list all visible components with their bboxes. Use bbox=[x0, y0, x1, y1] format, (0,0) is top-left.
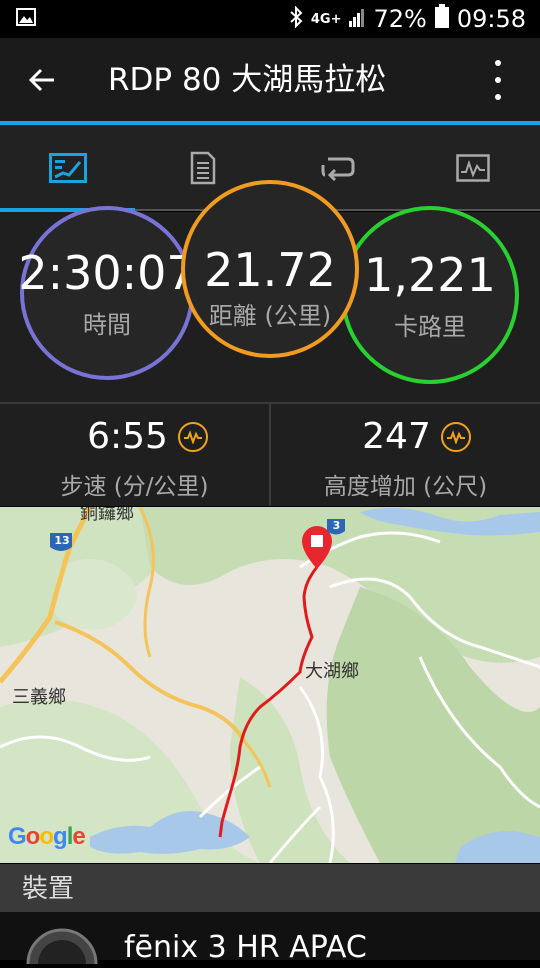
calories-label: 卡路里 bbox=[394, 312, 466, 341]
document-icon bbox=[190, 151, 215, 185]
pace-label: 步速 (分/公里) bbox=[60, 474, 209, 500]
watch-icon bbox=[22, 924, 102, 968]
pace-value-row: 6:55 bbox=[87, 416, 208, 457]
map-label-town-top: 銅鑼鄉 bbox=[80, 507, 134, 524]
time-ring: 2:30:07 時間 bbox=[18, 206, 196, 380]
google-logo-letter: o bbox=[39, 823, 54, 850]
network-type: 4G+ bbox=[310, 11, 342, 27]
google-logo-letter: o bbox=[25, 823, 41, 850]
road-shield-3-label: 3 bbox=[332, 519, 341, 532]
elevation-label: 高度增加 (公尺) bbox=[323, 474, 488, 500]
elevation-value-row: 247 bbox=[362, 416, 471, 457]
bluetooth-icon bbox=[289, 5, 303, 33]
pace-metric: 6:55 步速 (分/公里) bbox=[0, 416, 269, 501]
map-canvas bbox=[0, 507, 540, 863]
signal-icon bbox=[349, 5, 365, 33]
google-logo-letter: g bbox=[53, 823, 68, 850]
devices-header bbox=[0, 864, 540, 912]
distance-ring: 21.72 距離 (公里) bbox=[181, 180, 359, 358]
status-icons: 4G+ 72% 09:58 bbox=[289, 4, 526, 34]
distance-label: 距離 (公里) bbox=[208, 301, 332, 330]
dot-icon bbox=[495, 94, 501, 100]
pace-value: 6:55 bbox=[87, 416, 168, 457]
graph-icon bbox=[455, 154, 490, 182]
gallery-notification-icon bbox=[16, 8, 36, 26]
repeat-icon bbox=[321, 157, 354, 181]
overview-chart-icon bbox=[48, 153, 87, 183]
google-logo: Google bbox=[8, 823, 86, 851]
back-button[interactable] bbox=[18, 56, 66, 104]
tab-graphs[interactable] bbox=[405, 125, 540, 211]
time-label: 時間 bbox=[83, 310, 131, 339]
battery-percent: 72% bbox=[373, 5, 427, 33]
back-arrow-icon bbox=[28, 68, 54, 92]
activity-wave-icon bbox=[440, 421, 471, 452]
elevation-value: 247 bbox=[362, 416, 431, 457]
activity-wave-icon bbox=[177, 421, 208, 452]
map-label-town-left: 三義鄉 bbox=[12, 687, 66, 708]
route-map[interactable]: 13 3 銅鑼鄉 三義鄉 大湖鄉 Google bbox=[0, 507, 540, 863]
google-logo-letter: G bbox=[8, 823, 27, 850]
dot-icon bbox=[495, 77, 501, 83]
page-title: RDP 80 大湖馬拉松 bbox=[108, 62, 387, 98]
calories-ring: 1,221 卡路里 bbox=[341, 206, 519, 384]
dot-icon bbox=[495, 60, 501, 66]
clock: 09:58 bbox=[456, 5, 526, 33]
road-shield-13-label: 13 bbox=[54, 534, 70, 547]
devices-header-label: 裝置 bbox=[22, 874, 75, 904]
tab-overview[interactable] bbox=[0, 125, 135, 211]
distance-value: 21.72 bbox=[204, 242, 336, 297]
battery-icon bbox=[434, 4, 449, 34]
map-label-town-center: 大湖鄉 bbox=[305, 661, 359, 682]
calories-value: 1,221 bbox=[364, 247, 496, 302]
elevation-metric: 247 高度增加 (公尺) bbox=[271, 416, 540, 501]
google-logo-letter: e bbox=[72, 823, 85, 850]
more-options-button[interactable] bbox=[484, 60, 512, 100]
time-value: 2:30:07 bbox=[18, 245, 196, 300]
